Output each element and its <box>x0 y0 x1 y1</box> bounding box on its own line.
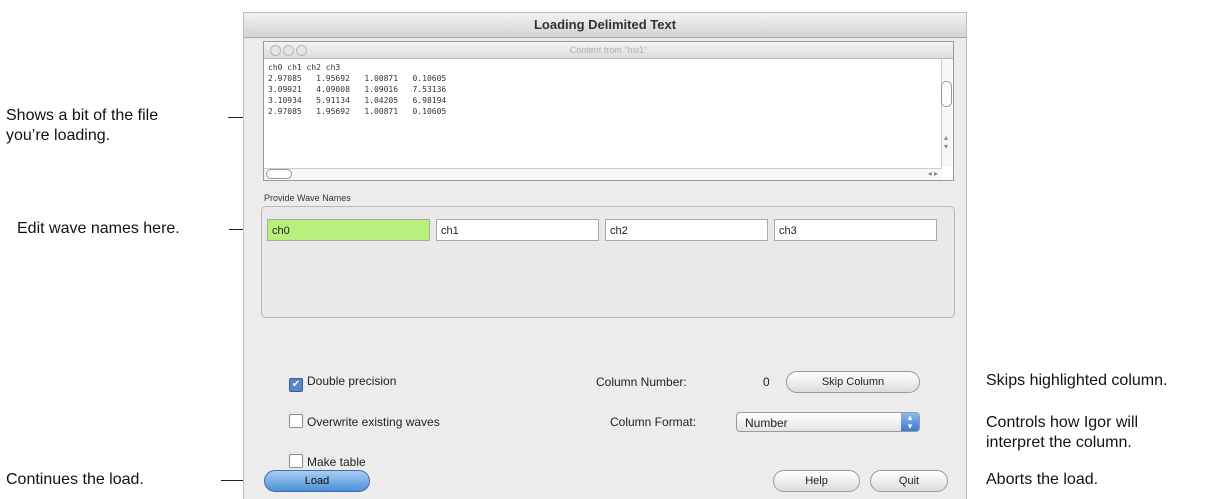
column-format-label: Column Format: <box>610 415 697 429</box>
wave-name-field[interactable]: ch0 <box>267 219 430 241</box>
overwrite-label: Overwrite existing waves <box>307 415 440 429</box>
callout-load: Continues the load. <box>6 471 144 488</box>
wave-names-group: ch0 ch1 ch2 ch3 <box>261 206 955 318</box>
file-preview: Content from "hsi1" ch0 ch1 ch2 ch3 2.970… <box>263 41 954 181</box>
make-table-checkbox[interactable]: Make table <box>289 454 366 469</box>
callout-format: Controls how Igor will interpret the col… <box>986 413 1138 453</box>
double-precision-checkbox[interactable]: ✔ Double precision <box>289 374 396 392</box>
make-table-label: Make table <box>307 455 366 469</box>
preview-line: ch0 ch1 ch2 ch3 <box>268 63 341 72</box>
quit-button[interactable]: Quit <box>870 470 948 492</box>
preview-line: 2.97085 1.95692 1.00871 0.10605 <box>268 107 447 116</box>
callout-preview: Shows a bit of the file you’re loading. <box>6 106 158 146</box>
wave-names-group-label: Provide Wave Names <box>264 193 351 203</box>
callout-preview-line2: you’re loading. <box>6 127 111 144</box>
loading-dialog: Loading Delimited Text Content from "hsi… <box>243 12 967 499</box>
column-number-value: 0 <box>763 375 770 389</box>
load-button[interactable]: Load <box>264 470 370 492</box>
column-format-select[interactable]: Number ▴ ▾ <box>736 412 920 432</box>
checkbox-box[interactable] <box>289 454 303 468</box>
callout-format-line2: interpret the column. <box>986 434 1132 451</box>
preview-line: 3.10934 5.91134 1.04205 6.98194 <box>268 96 447 105</box>
scroll-left-right-arrows-icon[interactable]: ◂ ▸ <box>928 169 938 178</box>
double-precision-label: Double precision <box>307 374 397 388</box>
vertical-scrollbar[interactable]: ▴ ▾ <box>941 59 953 167</box>
preview-line: 3.09921 4.09008 1.09016 7.53136 <box>268 85 447 94</box>
column-number-label: Column Number: <box>596 375 687 389</box>
preview-title-text: Content from "hsi1" <box>569 45 648 55</box>
zoom-icon[interactable] <box>296 45 307 56</box>
minimize-icon[interactable] <box>283 45 294 56</box>
column-format-value: Number <box>745 416 788 430</box>
preview-titlebar: Content from "hsi1" <box>264 42 953 59</box>
horizontal-scroll-thumb[interactable] <box>266 169 292 179</box>
callout-preview-line1: Shows a bit of the file <box>6 107 159 124</box>
skip-column-button[interactable]: Skip Column <box>786 371 920 393</box>
close-icon[interactable] <box>270 45 281 56</box>
checkmark-icon[interactable]: ✔ <box>289 378 303 392</box>
callout-wave-names: Edit wave names here. <box>17 220 180 237</box>
dialog-title: Loading Delimited Text <box>244 13 966 38</box>
callout-skip: Skips highlighted column. <box>986 372 1168 389</box>
wave-name-field[interactable]: ch2 <box>605 219 768 241</box>
callout-quit: Aborts the load. <box>986 471 1099 488</box>
preview-line: 2.97085 1.95692 1.00871 0.10605 <box>268 74 447 83</box>
scroll-up-down-arrows-icon[interactable]: ▴ ▾ <box>944 133 948 151</box>
wave-name-field[interactable]: ch3 <box>774 219 937 241</box>
help-button[interactable]: Help <box>773 470 860 492</box>
preview-text: ch0 ch1 ch2 ch3 2.97085 1.95692 1.00871 0… <box>268 62 446 117</box>
overwrite-checkbox[interactable]: Overwrite existing waves <box>289 414 440 429</box>
callout-format-line1: Controls how Igor will <box>986 414 1139 431</box>
vertical-scroll-thumb[interactable] <box>941 81 952 107</box>
horizontal-scrollbar[interactable]: ◂ ▸ <box>264 168 942 180</box>
updown-arrow-icon[interactable]: ▴ ▾ <box>901 413 919 431</box>
wave-name-field[interactable]: ch1 <box>436 219 599 241</box>
checkbox-box[interactable] <box>289 414 303 428</box>
